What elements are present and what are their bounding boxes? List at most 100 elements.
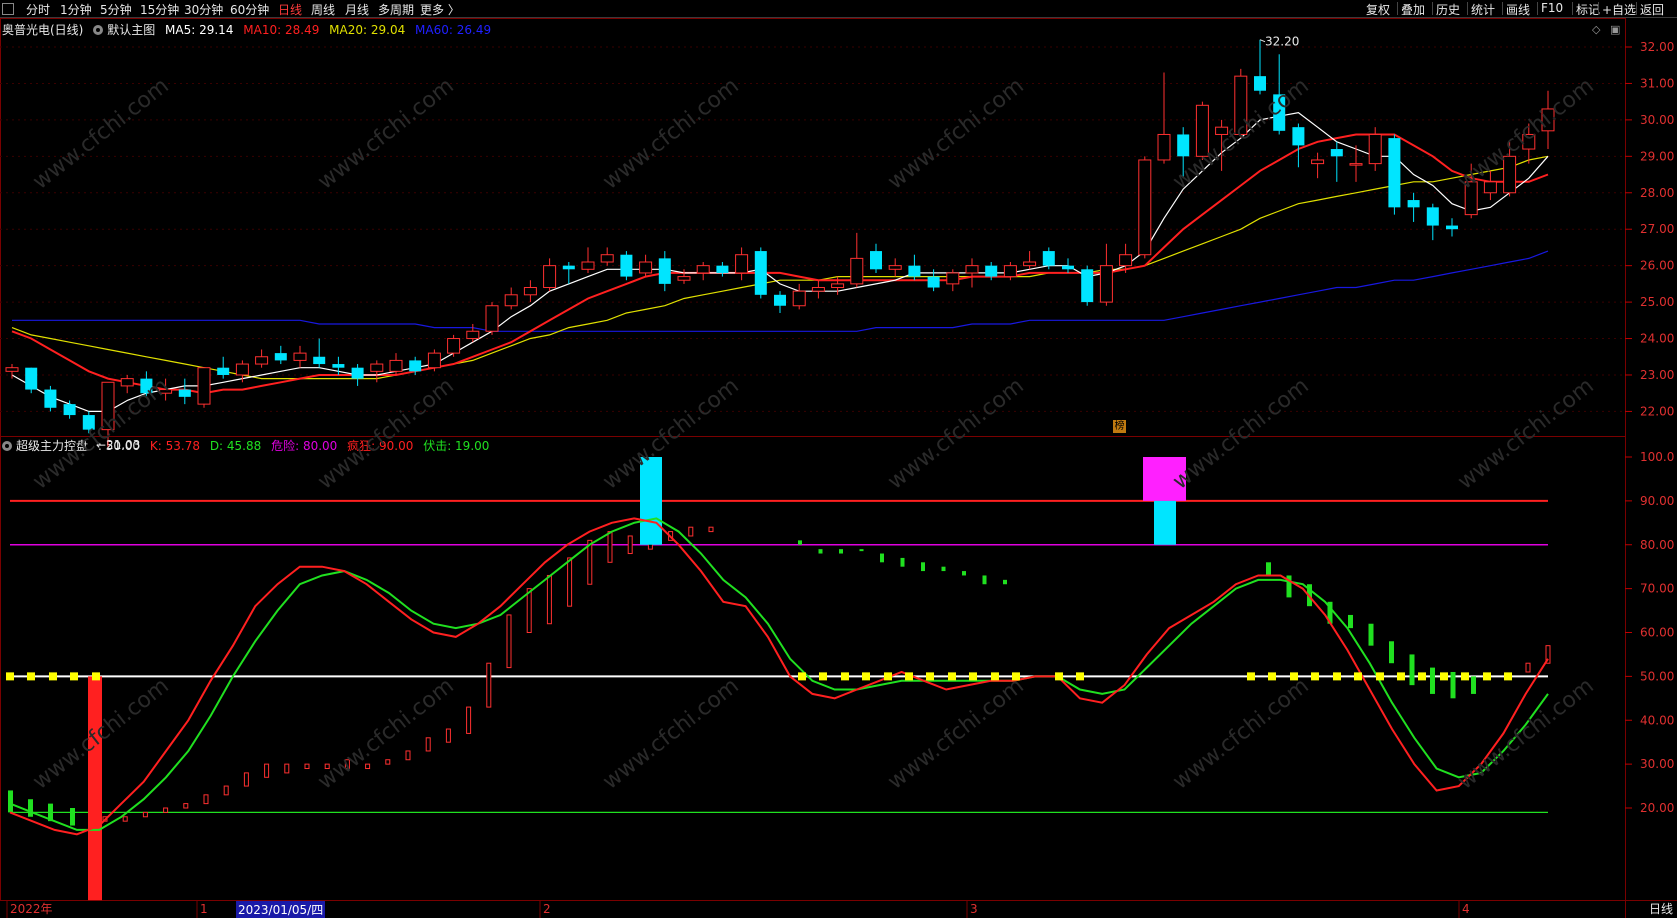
candle-body [1388, 138, 1401, 208]
time-axis-label-1: 1 [200, 902, 208, 916]
candle-body [658, 258, 671, 284]
candle-body [313, 356, 326, 365]
candle-body [888, 265, 902, 270]
signal-bar-red [708, 526, 714, 533]
mid-marker [27, 672, 35, 681]
indicator-axis-label-1: 90.00 [1640, 494, 1674, 508]
signal-bar-green [1409, 654, 1415, 686]
candle-body [1446, 225, 1458, 230]
candle-body [1483, 181, 1497, 194]
mid-marker [926, 672, 934, 681]
indicator-axis-label-5: 50.00 [1640, 669, 1674, 683]
signal-bar-green [8, 790, 13, 813]
signal-bar-green [859, 549, 864, 552]
signal-bar-red [425, 737, 431, 752]
signal-bar-red [506, 614, 512, 669]
candle-body [1062, 265, 1074, 270]
watermark-text: www.cfchi.com [313, 673, 458, 794]
mid-marker [1268, 672, 1276, 681]
watermark-text: www.cfchi.com [598, 673, 743, 794]
candle-body [1311, 159, 1325, 165]
signal-bar-red [385, 759, 391, 765]
signal-bar-red [486, 662, 492, 708]
candle-body [946, 272, 960, 285]
price-axis-label-2: 30.00 [1640, 113, 1674, 127]
indicator-axis-label-7: 30.00 [1640, 757, 1674, 771]
price-axis-label-9: 23.00 [1640, 368, 1674, 382]
candle-body [562, 265, 575, 270]
candle-body [1138, 159, 1152, 256]
candle-body [235, 363, 249, 376]
candle-body [985, 265, 998, 277]
mid-marker [1076, 672, 1084, 681]
candle-body [1177, 134, 1190, 157]
signal-bar-red [284, 763, 290, 774]
mid-marker [1397, 672, 1405, 681]
candle-body [908, 265, 921, 277]
signal-bar-green [880, 553, 884, 563]
candle-body [370, 363, 384, 372]
mid-marker [884, 672, 892, 681]
signal-bar-green [1266, 562, 1271, 576]
watermark-text: www.cfchi.com [1168, 673, 1313, 794]
indicator-axis-label-6: 40.00 [1640, 713, 1674, 727]
bang-badge[interactable]: 榜 [1113, 420, 1126, 433]
signal-bar-green [28, 799, 33, 817]
signal-bar-red [587, 539, 593, 585]
candle-body [1023, 261, 1037, 267]
mid-marker [70, 672, 78, 681]
candle-body [1407, 200, 1420, 208]
mid-marker [991, 672, 999, 681]
candle-body [543, 265, 557, 289]
signal-bar-red [526, 588, 532, 633]
mid-marker [1055, 672, 1063, 681]
mid-marker [1247, 672, 1255, 681]
signal-bar-green [70, 808, 75, 826]
candle-body [409, 360, 422, 372]
candle-body [1157, 133, 1171, 161]
high-price-label: 32.20 [1265, 35, 1299, 49]
mid-marker [1504, 672, 1512, 681]
candle-body [927, 276, 940, 288]
candle-body [351, 367, 364, 379]
signal-bar-red [1525, 662, 1531, 673]
candle-body [1119, 254, 1133, 267]
buy-signal-bar [1154, 500, 1176, 545]
candle-body [792, 290, 806, 307]
watermark-text: www.cfchi.com [883, 73, 1028, 194]
watermark-text: www.cfchi.com [1453, 373, 1598, 494]
candle-body [677, 276, 691, 281]
signal-bar-red [142, 811, 148, 818]
candle-body [255, 356, 269, 365]
signal-bar-red [183, 803, 189, 809]
signal-bar-red [203, 794, 209, 805]
signal-bar-red [567, 557, 573, 607]
signal-bar-red [122, 816, 128, 822]
mid-marker [798, 672, 806, 681]
candle-body [63, 404, 76, 416]
signal-bar-green [839, 549, 843, 554]
candle-body [178, 389, 191, 397]
mid-marker [819, 672, 827, 681]
signal-bar-red [627, 535, 633, 555]
time-axis-label-2: 2 [543, 902, 551, 916]
watermark-text: www.cfchi.com [28, 73, 173, 194]
signal-bar-green [1471, 676, 1476, 694]
mid-marker [969, 672, 977, 681]
indicator-axis-label-3: 70.00 [1640, 582, 1674, 596]
candle-body [1426, 207, 1439, 226]
signal-bar-red [607, 531, 613, 563]
period-tab-bottom[interactable]: 日线 [1649, 900, 1673, 917]
candle-body [811, 287, 825, 292]
watermark-text: www.cfchi.com [1168, 373, 1313, 494]
candle-body [504, 294, 518, 307]
watermark-text: www.cfchi.com [598, 73, 743, 194]
signal-bar-red [546, 574, 552, 625]
mid-marker [1376, 672, 1384, 681]
candle-body [217, 367, 230, 375]
candle-body [1081, 269, 1094, 303]
candle-body [1099, 265, 1113, 303]
price-axis-label-10: 22.00 [1640, 404, 1674, 418]
candle-body [1349, 163, 1363, 166]
mid-marker [1418, 672, 1426, 681]
